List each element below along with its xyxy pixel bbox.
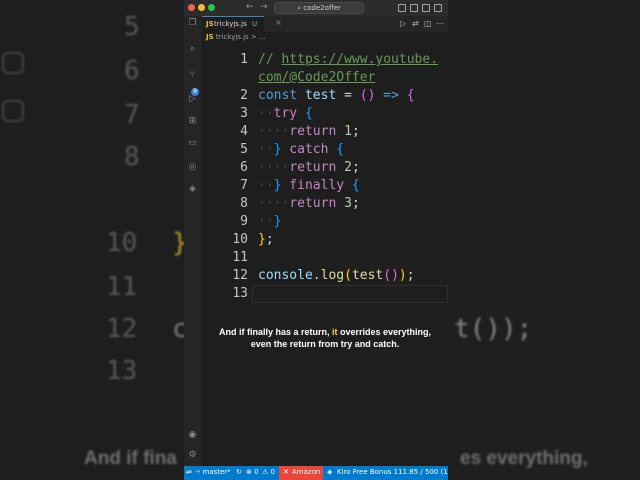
line-number: 12 — [232, 268, 248, 283]
bg-line-number: 10 — [106, 228, 138, 258]
untracked-status: U — [252, 20, 258, 28]
run-file-icon[interactable]: ▷ — [400, 19, 406, 28]
problems-errors[interactable]: ⊗ 0 — [246, 468, 259, 476]
back-arrow-icon[interactable]: ← — [246, 2, 254, 12]
tab-bar: JS trickyjs.js U × ▷ ⇄ ◫ ⋯ — [202, 16, 448, 32]
bg-sidebar-icon — [2, 100, 24, 122]
youtube-link[interactable]: https://www.youtube. — [281, 52, 438, 67]
code-line-1-wrap: com/@Code2Offer — [258, 69, 375, 87]
bg-line-number: 13 — [106, 356, 138, 386]
bg-line-number: 6 — [124, 56, 140, 86]
remote-explorer-icon[interactable]: ▭ — [187, 138, 198, 149]
bg-line-number: 12 — [106, 314, 138, 344]
line-number: 3 — [240, 106, 248, 121]
remote-indicator-icon[interactable]: ⇌ — [186, 468, 192, 476]
code-editor[interactable]: 1 2 3 4 5 6 7 8 9 10 11 12 13 // https:/… — [202, 48, 448, 318]
bg-line-number: 7 — [124, 100, 140, 130]
line-number: 2 — [240, 88, 248, 103]
account-icon[interactable]: ◉ — [187, 430, 198, 441]
line-number: 7 — [240, 178, 248, 193]
line-number: 8 — [240, 196, 248, 211]
kiro-icon[interactable]: ◈ — [187, 184, 198, 195]
code-line-1: // https://www.youtube. — [258, 52, 439, 67]
youtube-link[interactable]: com/@Code2Offer — [258, 70, 375, 85]
tab-trickyjs[interactable]: JS trickyjs.js U — [202, 16, 264, 32]
status-bar: ⇌ ⑂ master* ↻ ⊗ 0 ⚠ 0 ✕ Amazon Q ◈ Kiro … — [184, 466, 448, 480]
js-file-icon: JS — [206, 33, 214, 41]
bg-sidebar-icon — [2, 52, 24, 74]
caption-line-1: And if finally has a return, it override… — [218, 327, 432, 337]
run-debug-icon[interactable]: ▷ — [187, 94, 198, 105]
code-line-10: }; — [258, 232, 274, 247]
close-icon: ✕ — [283, 468, 289, 476]
kiro-status[interactable]: ◈ Kiro Free Bonus 111.85 / 500 (14 c — [323, 466, 448, 480]
toggle-sidebar-icon[interactable] — [398, 4, 406, 12]
code-line-8: ····return 3; — [258, 196, 360, 211]
line-number: 10 — [232, 232, 248, 247]
code-line-4: ····return 1; — [258, 124, 360, 139]
breadcrumb-symbol[interactable]: ... — [259, 33, 266, 41]
split-editor-icon[interactable]: ◫ — [424, 19, 432, 28]
line-number: 9 — [240, 214, 248, 229]
code-line-7: ··} finally { — [258, 178, 360, 193]
breadcrumb: JS trickyjs.js > ... — [206, 33, 266, 41]
close-tab-icon[interactable]: × — [275, 18, 282, 27]
video-caption: And if finally has a return, it override… — [202, 326, 448, 350]
line-number: 5 — [240, 142, 248, 157]
tab-label: trickyjs.js — [214, 20, 247, 28]
current-line-highlight — [252, 285, 448, 303]
code-line-6: ····return 2; — [258, 160, 360, 175]
forward-arrow-icon[interactable]: → — [260, 2, 268, 12]
code-line-2: const test = () => { — [258, 88, 415, 103]
code-line-5: ··} catch { — [258, 142, 345, 157]
amazon-q-status[interactable]: ✕ Amazon Q — [279, 466, 328, 480]
bg-line-number: 5 — [124, 12, 140, 42]
sync-icon[interactable]: ↻ — [236, 468, 242, 476]
line-number: 1 — [240, 52, 248, 67]
activity-bar: ❐ ⌕ ⑂ 9 ▷ ⊞ ▭ ◎ ◈ ◉ ⚙ — [184, 16, 202, 466]
settings-gear-icon[interactable]: ⚙ — [187, 450, 198, 461]
line-number: 13 — [232, 286, 248, 301]
breadcrumb-file[interactable]: trickyjs.js — [216, 33, 249, 41]
bg-line-number: 8 — [124, 142, 140, 172]
js-file-icon: JS — [206, 20, 214, 28]
more-actions-icon[interactable]: ⋯ — [436, 19, 444, 28]
close-window-button[interactable] — [188, 4, 195, 11]
toggle-panel-icon[interactable] — [410, 4, 418, 12]
bg-right-panel: t()); — [448, 0, 640, 480]
problems-warnings[interactable]: ⚠ 0 — [262, 468, 275, 476]
editor-window: ← → ⌕ code2offer ❐ ⌕ ⑂ 9 ▷ ⊞ ▭ ◎ ◈ ◉ ⚙ J… — [184, 0, 448, 480]
customize-layout-icon[interactable] — [434, 4, 442, 12]
bg-line-number: 11 — [106, 272, 138, 302]
kiro-icon: ◈ — [327, 468, 333, 476]
title-bar: ← → ⌕ code2offer — [184, 0, 448, 16]
line-number: 6 — [240, 160, 248, 175]
bg-code-fragment: t()); — [454, 314, 533, 344]
line-number: 4 — [240, 124, 248, 139]
source-control-icon[interactable]: ⑂ — [187, 70, 198, 81]
minimize-window-button[interactable] — [198, 4, 205, 11]
maximize-window-button[interactable] — [208, 4, 215, 11]
explorer-icon[interactable]: ❐ — [187, 18, 198, 29]
search-icon[interactable]: ⌕ — [187, 44, 198, 55]
caption-line-2: even the return from try and catch. — [250, 339, 400, 349]
extensions-icon[interactable]: ⊞ — [187, 116, 198, 127]
amazon-q-icon[interactable]: ◎ — [187, 162, 198, 173]
line-number: 11 — [232, 250, 248, 265]
code-line-3: ··try { — [258, 106, 313, 121]
git-branch[interactable]: ⑂ master* — [196, 468, 231, 476]
command-center-search[interactable]: ⌕ code2offer — [274, 2, 364, 14]
toggle-secondary-sidebar-icon[interactable] — [422, 4, 430, 12]
compare-icon[interactable]: ⇄ — [412, 19, 419, 28]
code-line-12: console.log(test()); — [258, 268, 415, 283]
code-line-9: ··} — [258, 214, 282, 229]
